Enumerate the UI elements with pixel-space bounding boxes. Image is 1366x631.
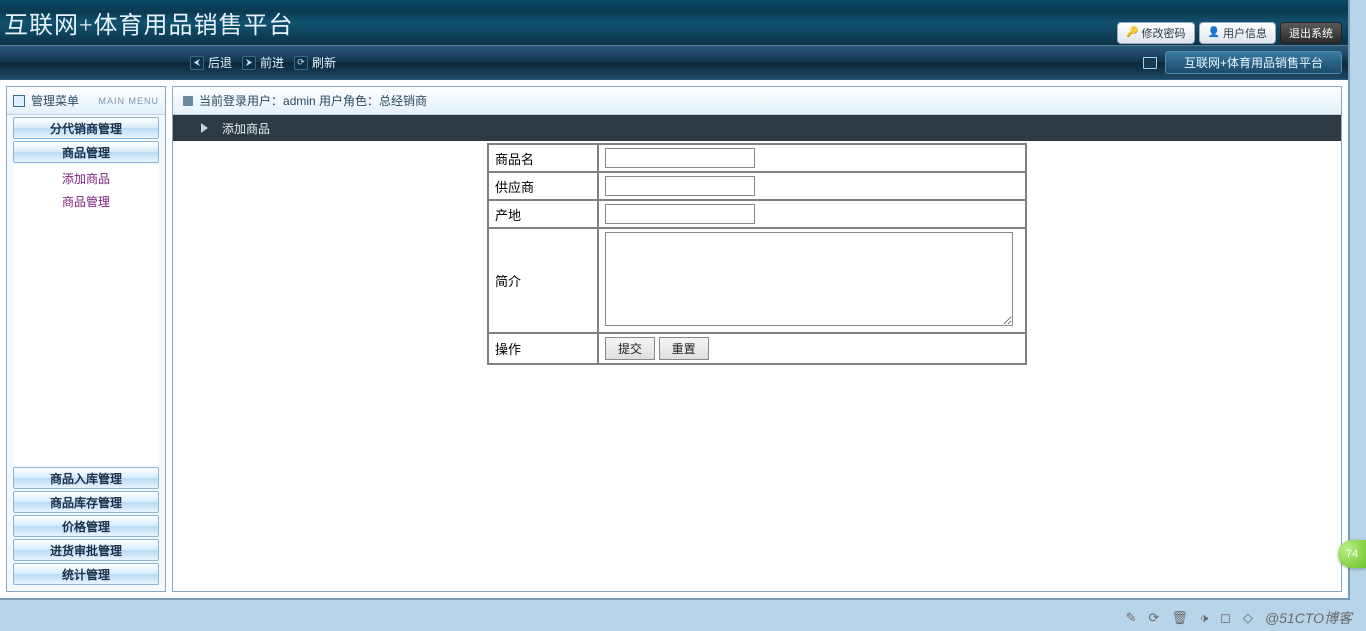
role-prefix: 用户角色： [316,94,379,108]
arrow-left-icon: ⮜ [190,56,204,70]
title-bar: 互联网+体育用品销售平台 🔑 修改密码 👤 用户信息 退出系统 [0,0,1348,46]
sidebar-menu: 分代销商管理 商品管理 添加商品 商品管理 商品入库管理 商品库存管理 价格管理… [7,115,165,591]
label-supplier: 供应商 [488,172,598,200]
row-intro: 简介 [488,228,1026,333]
logout-label: 退出系统 [1289,25,1333,41]
label-action: 操作 [488,333,598,364]
tray-volume-icon: 🕩 [1200,610,1208,626]
sidebar-subtitle: MAIN MENU [99,96,160,106]
sidebar-item-price-mgmt[interactable]: 价格管理 [13,515,159,537]
sidebar-bottom-group: 商品入库管理 商品库存管理 价格管理 进货审批管理 统计管理 [7,465,165,591]
input-product-name[interactable] [605,148,755,168]
sidebar-title: 管理菜单 [31,92,79,109]
sidebar-header: 管理菜单 MAIN MENU [7,87,165,115]
form-area: 商品名 供应商 产地 简介 [173,141,1341,591]
nav-refresh-button[interactable]: ⟳ 刷新 [294,54,336,71]
app-title: 互联网+体育用品销售平台 [0,5,294,40]
submit-button[interactable]: 提交 [605,337,655,360]
menu-icon [13,95,25,107]
sidebar-item-purchase-approval[interactable]: 进货审批管理 [13,539,159,561]
nav-back-button[interactable]: ⮜ 后退 [190,54,232,71]
tray-user-icon: ◇ [1243,610,1253,626]
login-role: 总经销商 [379,94,427,108]
arrow-right-icon: ⮞ [242,56,256,70]
sidebar-spacer [13,217,159,465]
textarea-intro[interactable] [605,232,1013,326]
input-supplier[interactable] [605,176,755,196]
breadcrumb-bar: 添加商品 [173,115,1341,141]
change-password-label: 修改密码 [1142,25,1186,41]
submenu-add-product[interactable]: 添加商品 [13,167,159,190]
tray-bookmark-icon: ◻ [1220,610,1231,626]
sidebar-item-distributor-mgmt[interactable]: 分代销商管理 [13,117,159,139]
sidebar-top-group: 分代销商管理 商品管理 添加商品 商品管理 [7,115,165,217]
refresh-icon: ⟳ [294,56,308,70]
monitor-icon [1143,57,1157,69]
label-product-name: 商品名 [488,144,598,172]
page-footer: ✎ ⟳ 🗑 🕩 ◻ ◇ @51CTO博客 [0,605,1366,631]
play-icon [201,123,208,133]
row-origin: 产地 [488,200,1026,228]
title-actions: 🔑 修改密码 👤 用户信息 退出系统 [1117,0,1348,45]
watermark: @51CTO博客 [1265,608,1352,628]
sidebar-submenu: 添加商品 商品管理 [13,165,159,217]
label-intro: 简介 [488,228,598,333]
sidebar-item-product-mgmt[interactable]: 商品管理 [13,141,159,163]
submenu-product-mgmt[interactable]: 商品管理 [13,190,159,213]
row-action: 操作 提交 重置 [488,333,1026,364]
user-info-label: 用户信息 [1223,25,1267,41]
floating-badge[interactable]: 74 [1338,540,1366,568]
login-user: admin [283,94,316,108]
reset-button[interactable]: 重置 [659,337,709,360]
tray-trash-icon: 🗑 [1171,610,1188,626]
indicator-icon [183,96,193,106]
tray-pin-icon: ✎ [1126,610,1137,626]
user-icon: 👤 [1208,27,1220,38]
label-origin: 产地 [488,200,598,228]
row-supplier: 供应商 [488,172,1026,200]
product-form-table: 商品名 供应商 产地 简介 [487,143,1027,365]
key-icon: 🔑 [1126,27,1138,38]
breadcrumb-label: 添加商品 [222,120,270,137]
content-header: 当前登录用户：admin 用户角色：总经销商 [173,87,1341,115]
sidebar-item-inventory-mgmt[interactable]: 商品库存管理 [13,491,159,513]
sidebar: 管理菜单 MAIN MENU 分代销商管理 商品管理 添加商品 商品管理 商品入… [6,86,166,592]
login-prefix: 当前登录用户： [199,94,283,108]
nav-back-label: 后退 [208,54,232,71]
subnav-left: ⮜ 后退 ⮞ 前进 ⟳ 刷新 [6,54,336,71]
change-password-button[interactable]: 🔑 修改密码 [1117,22,1194,44]
row-product-name: 商品名 [488,144,1026,172]
nav-forward-label: 前进 [260,54,284,71]
main-area: 管理菜单 MAIN MENU 分代销商管理 商品管理 添加商品 商品管理 商品入… [0,80,1348,598]
login-info: 当前登录用户：admin 用户角色：总经销商 [199,92,427,109]
subnav-right: 互联网+体育用品销售平台 [1143,51,1342,74]
app-window: 互联网+体育用品销售平台 🔑 修改密码 👤 用户信息 退出系统 ⮜ 后退 ⮞ [0,0,1350,600]
nav-refresh-label: 刷新 [312,54,336,71]
subnav-app-label[interactable]: 互联网+体育用品销售平台 [1165,51,1342,74]
content-panel: 当前登录用户：admin 用户角色：总经销商 添加商品 商品名 供应商 [172,86,1342,592]
logout-button[interactable]: 退出系统 [1280,22,1342,44]
input-origin[interactable] [605,204,755,224]
nav-forward-button[interactable]: ⮞ 前进 [242,54,284,71]
subnav-bar: ⮜ 后退 ⮞ 前进 ⟳ 刷新 互联网+体育用品销售平台 [0,46,1348,80]
user-info-button[interactable]: 👤 用户信息 [1199,22,1276,44]
tray-refresh-icon: ⟳ [1148,610,1159,626]
sidebar-item-inbound-mgmt[interactable]: 商品入库管理 [13,467,159,489]
sidebar-item-statistics[interactable]: 统计管理 [13,563,159,585]
